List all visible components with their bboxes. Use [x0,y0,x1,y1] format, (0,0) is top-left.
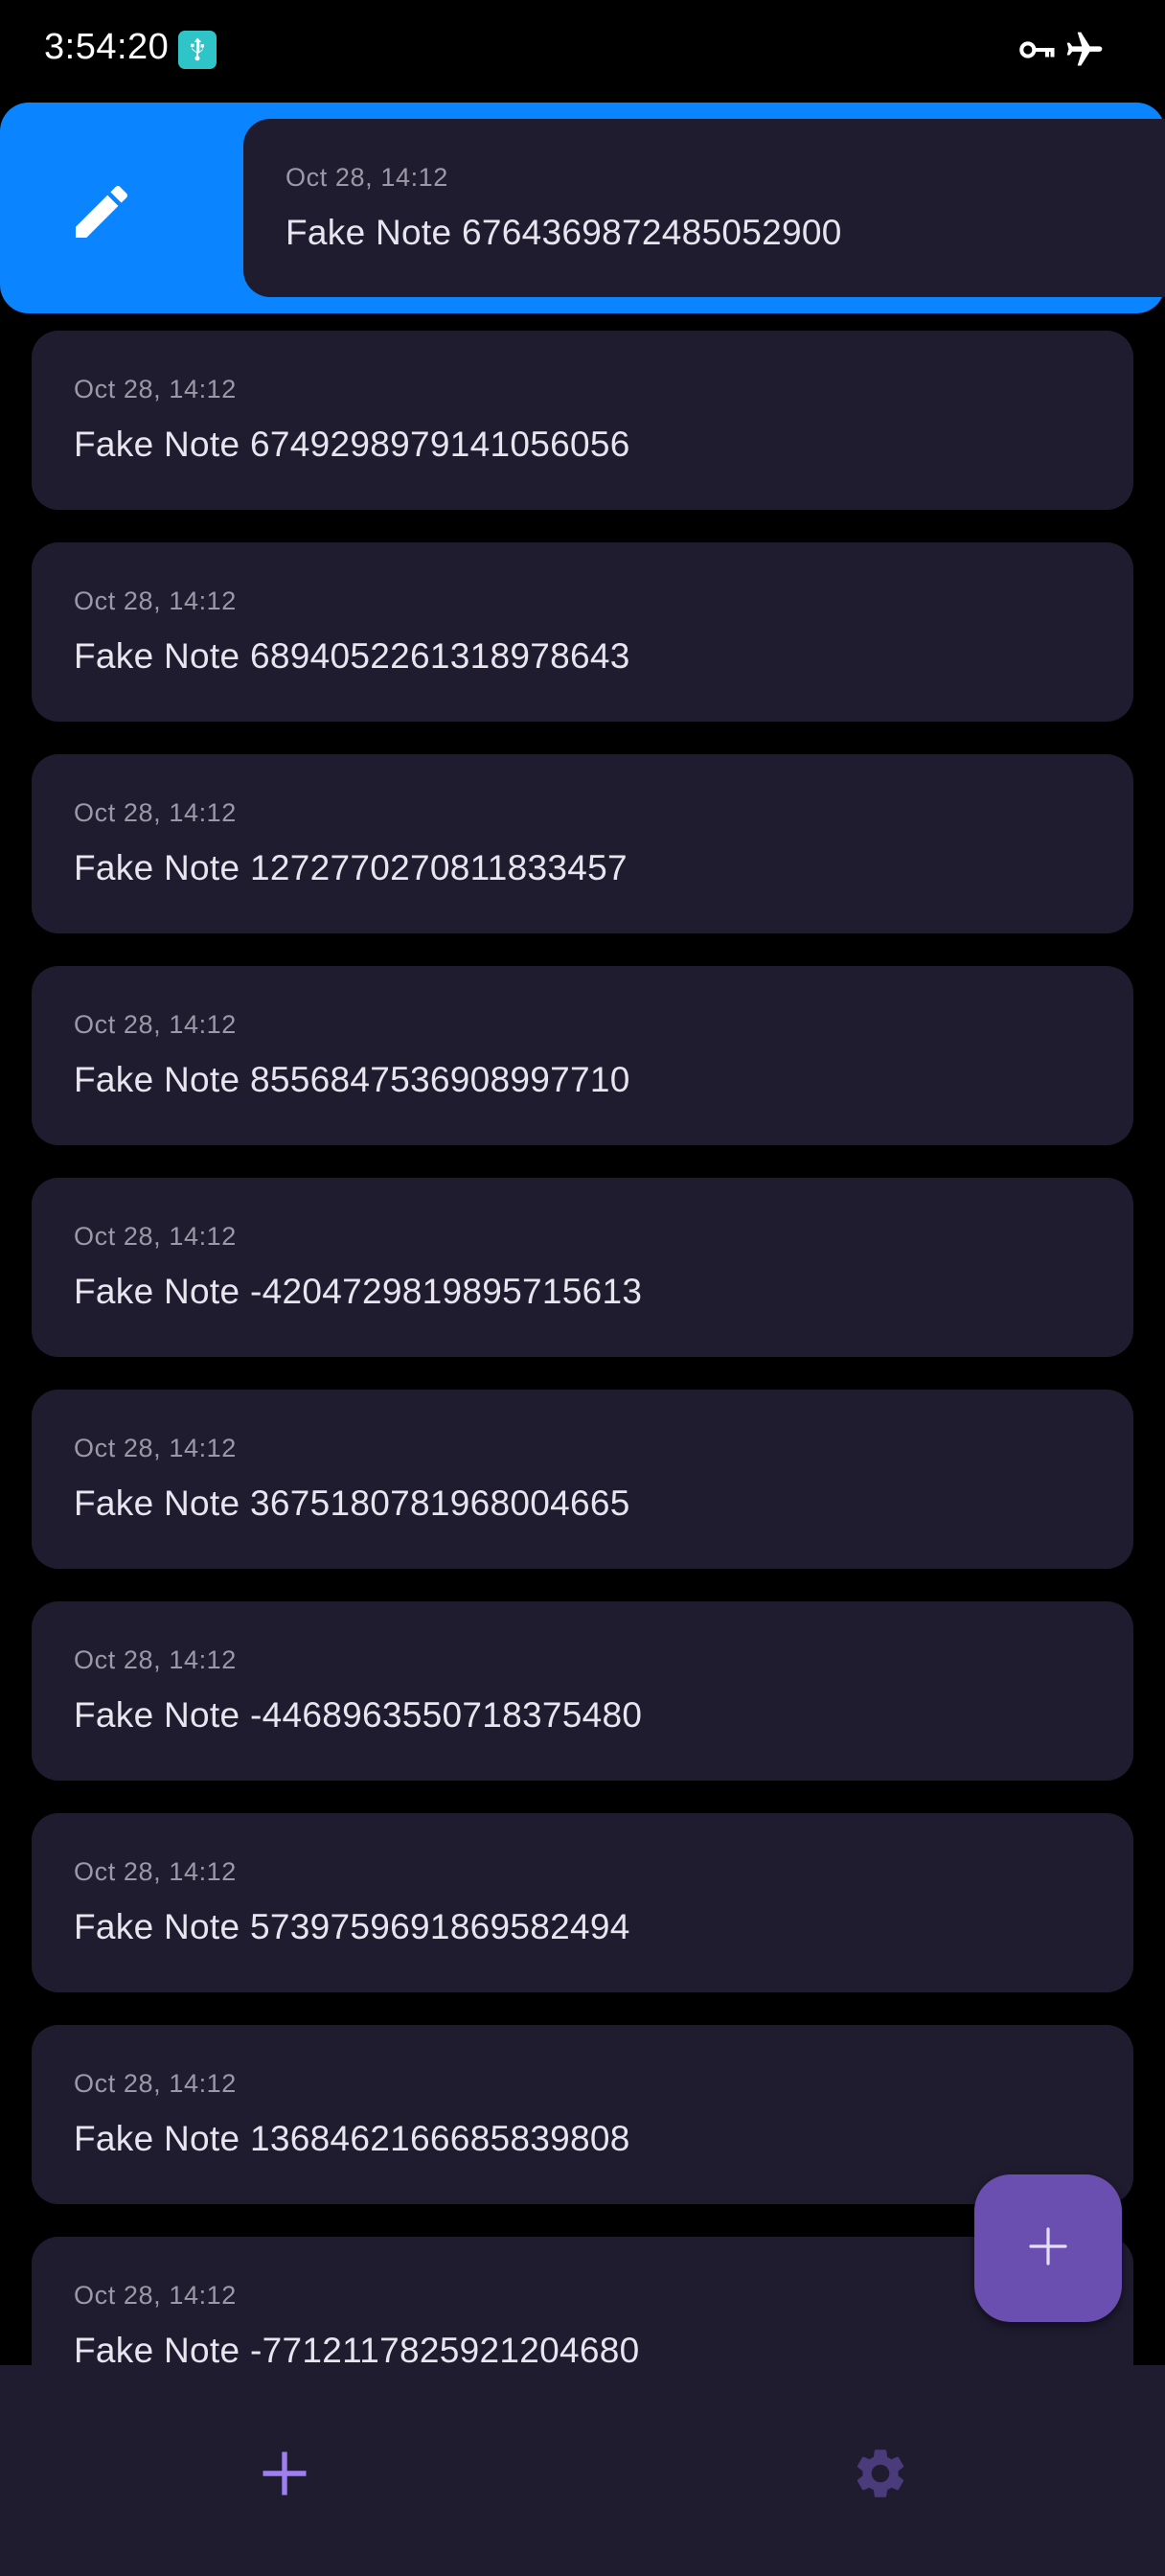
edit-icon[interactable] [67,177,136,246]
note-title: Fake Note -4468963550718375480 [74,1695,643,1735]
note-title: Fake Note 6749298979141056056 [74,425,630,464]
nav-settings-button[interactable] [841,2436,920,2515]
note-date: Oct 28, 14:12 [74,375,237,403]
note-title: Fake Note 3675180781968004665 [74,1484,630,1523]
note-date: Oct 28, 14:12 [74,798,237,827]
note-title: Fake Note -7712117825921204680 [74,2331,640,2365]
plus-icon [1025,2223,1071,2274]
note-card[interactable]: Oct 28, 14:12 Fake Note 1272770270811833… [32,754,1133,933]
note-card[interactable]: Oct 28, 14:12 Fake Note -420472981989571… [32,1178,1133,1357]
note-date: Oct 28, 14:12 [74,586,237,615]
note-date: Oct 28, 14:12 [74,1222,237,1251]
note-card[interactable]: Oct 28, 14:12 Fake Note 5739759691869582… [32,1813,1133,1992]
swiped-note-row[interactable]: Oct 28, 14:12 Fake Note 6764369872485052… [0,103,1165,313]
note-date: Oct 28, 14:12 [74,1434,237,1462]
note-title: Fake Note 6764369872485052900 [286,213,842,252]
add-note-fab[interactable] [974,2174,1122,2322]
add-icon [261,2450,308,2502]
note-title: Fake Note 1368462166685839808 [74,2119,630,2158]
note-card[interactable]: Oct 28, 14:12 Fake Note 6764369872485052… [243,119,1165,297]
bottom-navigation [0,2365,1165,2576]
nav-add-button[interactable] [245,2436,324,2515]
note-card[interactable]: Oct 28, 14:12 Fake Note 6749298979141056… [32,331,1133,510]
note-date: Oct 28, 14:12 [74,1645,237,1674]
note-card[interactable]: Oct 28, 14:12 Fake Note 3675180781968004… [32,1390,1133,1569]
note-card[interactable]: Oct 28, 14:12 Fake Note 1368462166685839… [32,2025,1133,2204]
note-title: Fake Note 1272770270811833457 [74,848,628,887]
note-date: Oct 28, 14:12 [286,163,448,192]
note-title: Fake Note 6894052261318978643 [74,636,630,676]
note-title: Fake Note 8556847536908997710 [74,1060,630,1099]
note-card[interactable]: Oct 28, 14:12 Fake Note 6894052261318978… [32,542,1133,722]
notes-list[interactable]: Oct 28, 14:12 Fake Note 6764369872485052… [0,0,1165,2365]
note-date: Oct 28, 14:12 [74,1010,237,1039]
note-title: Fake Note 5739759691869582494 [74,1907,630,1946]
note-date: Oct 28, 14:12 [74,2069,237,2098]
note-date: Oct 28, 14:12 [74,2281,237,2310]
gear-icon [851,2444,910,2508]
note-title: Fake Note -4204729819895715613 [74,1272,643,1311]
note-card[interactable]: Oct 28, 14:12 Fake Note -446896355071837… [32,1601,1133,1781]
note-date: Oct 28, 14:12 [74,1857,237,1886]
note-card[interactable]: Oct 28, 14:12 Fake Note -771211782592120… [32,2237,1133,2365]
note-card[interactable]: Oct 28, 14:12 Fake Note 8556847536908997… [32,966,1133,1145]
notes-screen: 3:54:20 Oct 28, 14:12 Fake Note 67643698… [0,0,1165,2576]
